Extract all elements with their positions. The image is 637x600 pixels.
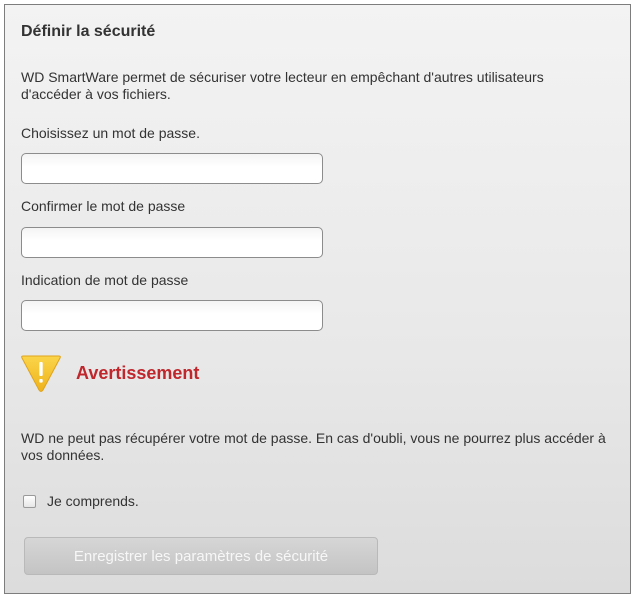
warning-icon: [21, 355, 61, 392]
password-hint-label: Indication de mot de passe: [21, 272, 189, 288]
confirm-password-input[interactable]: [21, 227, 323, 258]
warning-text: WD ne peut pas récupérer votre mot de pa…: [21, 430, 606, 463]
password-hint-input[interactable]: [21, 300, 323, 331]
password-label: Choisissez un mot de passe.: [21, 125, 200, 141]
save-security-settings-button[interactable]: Enregistrer les paramètres de sécurité: [24, 537, 378, 575]
acknowledge-checkbox[interactable]: [23, 495, 36, 508]
password-input[interactable]: [21, 153, 323, 184]
warning-title: Avertissement: [76, 363, 200, 383]
security-panel: Définir la sécurité WD SmartWare permet …: [4, 4, 631, 594]
page-title: Définir la sécurité: [21, 23, 156, 40]
confirm-password-label: Confirmer le mot de passe: [21, 198, 186, 214]
acknowledge-label[interactable]: Je comprends.: [47, 493, 139, 509]
description-text: WD SmartWare permet de sécuriser votre l…: [21, 69, 544, 102]
